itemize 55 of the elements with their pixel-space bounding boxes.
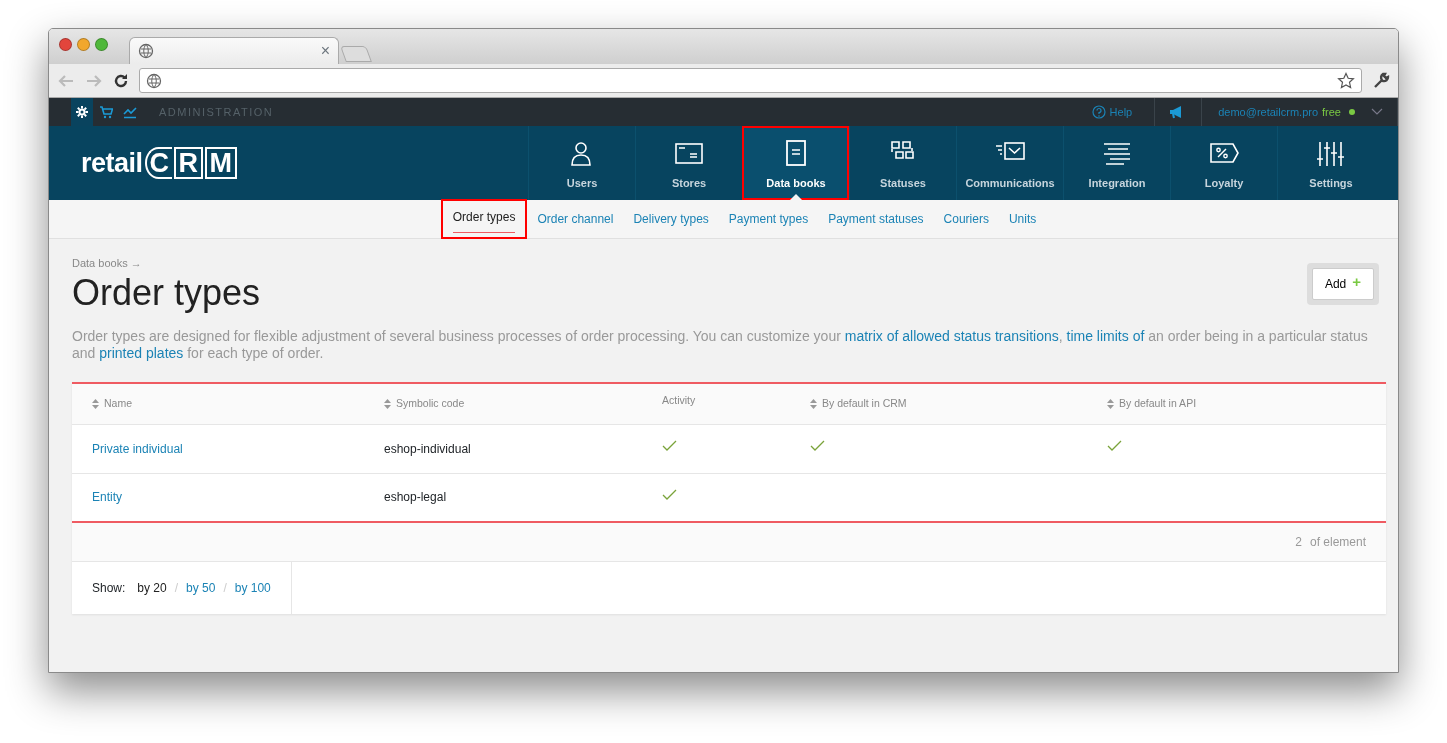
cart-icon <box>99 105 113 119</box>
sub-nav-tab[interactable]: Payment types <box>718 202 819 236</box>
user-email-link[interactable]: demo@retailcrm.pro <box>1218 103 1319 121</box>
column-header[interactable]: By default in API <box>1087 395 1386 412</box>
separator: / <box>223 579 227 597</box>
globe-icon <box>146 72 162 89</box>
description-text: Order types are designed for flexible adjustment of several business processes of order processing. You can customize your matrix of allowed status transitions, time limits of an order being in a particular status and printed plates for each type of order. <box>72 327 1369 362</box>
separator: / <box>174 579 179 597</box>
page-size-label: Show: <box>92 579 126 597</box>
description-link[interactable]: matrix of allowed status transitions <box>844 327 1059 344</box>
sub-nav-tab[interactable]: Payment statuses <box>818 202 934 236</box>
globe-icon <box>138 43 154 59</box>
admin-section-tab[interactable] <box>71 98 93 126</box>
main-nav-item[interactable]: Data books <box>742 126 849 200</box>
description-link[interactable]: printed plates <box>99 344 184 361</box>
close-button[interactable] <box>59 38 72 51</box>
tab-close-button[interactable]: × <box>320 39 330 63</box>
sort-icon <box>810 398 817 409</box>
chevron-down-icon[interactable] <box>1371 108 1383 116</box>
order-type-link[interactable]: Entity <box>92 490 122 504</box>
page-size-option[interactable]: by 20 <box>137 578 167 597</box>
sort-icon <box>1107 398 1114 409</box>
description-link[interactable]: time limits of <box>1066 327 1145 344</box>
minimize-button[interactable] <box>77 38 90 51</box>
column-header: Activity <box>661 392 697 408</box>
address-field[interactable] <box>139 68 1362 93</box>
element-count: 2 <box>1295 533 1302 551</box>
sub-nav-tab[interactable]: Order types <box>440 199 528 239</box>
star-icon[interactable] <box>1337 71 1355 90</box>
chart-line-icon <box>123 105 137 119</box>
sub-nav-tab[interactable]: Delivery types <box>623 202 719 236</box>
gear-icon <box>75 105 89 119</box>
help-icon <box>1091 105 1106 119</box>
maximize-button[interactable] <box>95 38 108 51</box>
page-title: Order types <box>72 271 261 314</box>
logo: retail C R M <box>49 126 528 200</box>
column-header[interactable]: Symbolic code <box>364 395 642 412</box>
sort-icon <box>384 398 391 409</box>
column-header[interactable]: Name <box>72 395 364 412</box>
add-button[interactable]: Add + <box>1311 268 1374 300</box>
count-label: of element <box>1309 533 1366 551</box>
reload-icon[interactable] <box>113 72 129 89</box>
browser-tab[interactable]: × <box>129 37 339 64</box>
table-cell: eshop-individual <box>384 441 471 456</box>
plan-label: free <box>1322 104 1341 120</box>
sub-nav-tab[interactable]: Couriers <box>933 202 999 236</box>
wrench-icon[interactable] <box>1372 71 1390 90</box>
column-header[interactable]: By default in CRM <box>790 395 1087 412</box>
page-size-option[interactable]: by 50 <box>186 578 216 597</box>
page-size-option[interactable]: by 100 <box>234 578 271 597</box>
sort-icon <box>92 398 99 409</box>
order-type-link[interactable]: Private individual <box>92 441 183 456</box>
table-cell: eshop-legal <box>384 490 447 504</box>
sub-nav-tab[interactable]: Order channel <box>527 202 624 236</box>
sub-nav-tab[interactable]: Units <box>998 202 1047 236</box>
